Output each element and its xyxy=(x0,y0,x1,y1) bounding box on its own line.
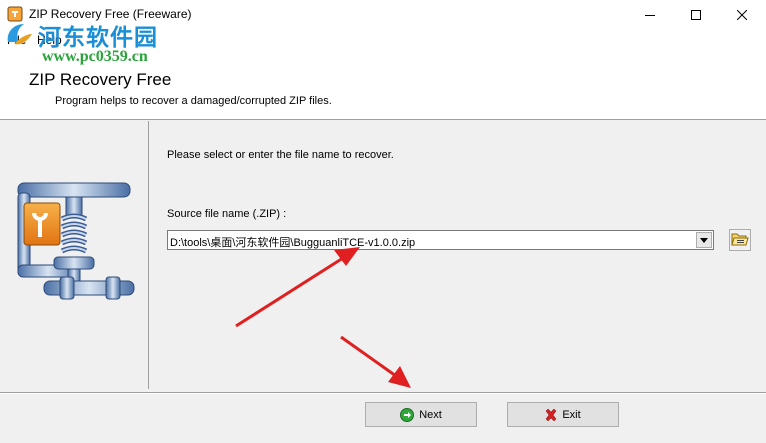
app-icon xyxy=(7,6,23,22)
page-title: ZIP Recovery Free xyxy=(29,70,172,89)
wizard-header: ZIP Recovery Free Program helps to recov… xyxy=(0,50,766,120)
source-file-value: D:\tools\桌面\河东软件园\BugguanliTCE-v1.0.0.zi… xyxy=(170,237,416,249)
maximize-icon xyxy=(691,10,701,20)
instruction-text: Please select or enter the file name to … xyxy=(167,149,394,161)
button-separator xyxy=(0,392,766,394)
maximize-button[interactable] xyxy=(673,0,719,30)
left-panel xyxy=(0,121,149,389)
minimize-icon xyxy=(645,10,655,20)
next-button-label: Next xyxy=(419,408,442,421)
title-bar: ZIP Recovery Free (Freeware) xyxy=(0,0,766,30)
zip-vise-logo-icon xyxy=(14,179,138,308)
close-button[interactable] xyxy=(719,0,765,30)
menu-help[interactable]: Help xyxy=(37,33,62,47)
minimize-button[interactable] xyxy=(627,0,673,30)
dropdown-button[interactable] xyxy=(696,232,712,248)
source-file-combobox[interactable]: D:\tools\桌面\河东软件园\BugguanliTCE-v1.0.0.zi… xyxy=(167,230,714,250)
next-button[interactable]: Next xyxy=(365,402,477,427)
exit-button-label: Exit xyxy=(562,408,581,421)
menu-bar: File Help xyxy=(0,30,766,50)
folder-open-icon xyxy=(731,231,749,250)
close-icon xyxy=(737,10,747,20)
window-title: ZIP Recovery Free (Freeware) xyxy=(29,7,192,21)
source-file-label: Source file name (.ZIP) : xyxy=(167,208,287,220)
main-content: Please select or enter the file name to … xyxy=(150,121,766,389)
red-x-icon xyxy=(545,408,557,421)
exit-button[interactable]: Exit xyxy=(507,402,619,427)
page-subtitle: Program helps to recover a damaged/corru… xyxy=(55,95,332,107)
green-arrow-icon xyxy=(400,407,415,422)
browse-button[interactable] xyxy=(729,229,751,251)
menu-file[interactable]: File xyxy=(7,33,26,47)
chevron-down-icon xyxy=(700,234,708,246)
